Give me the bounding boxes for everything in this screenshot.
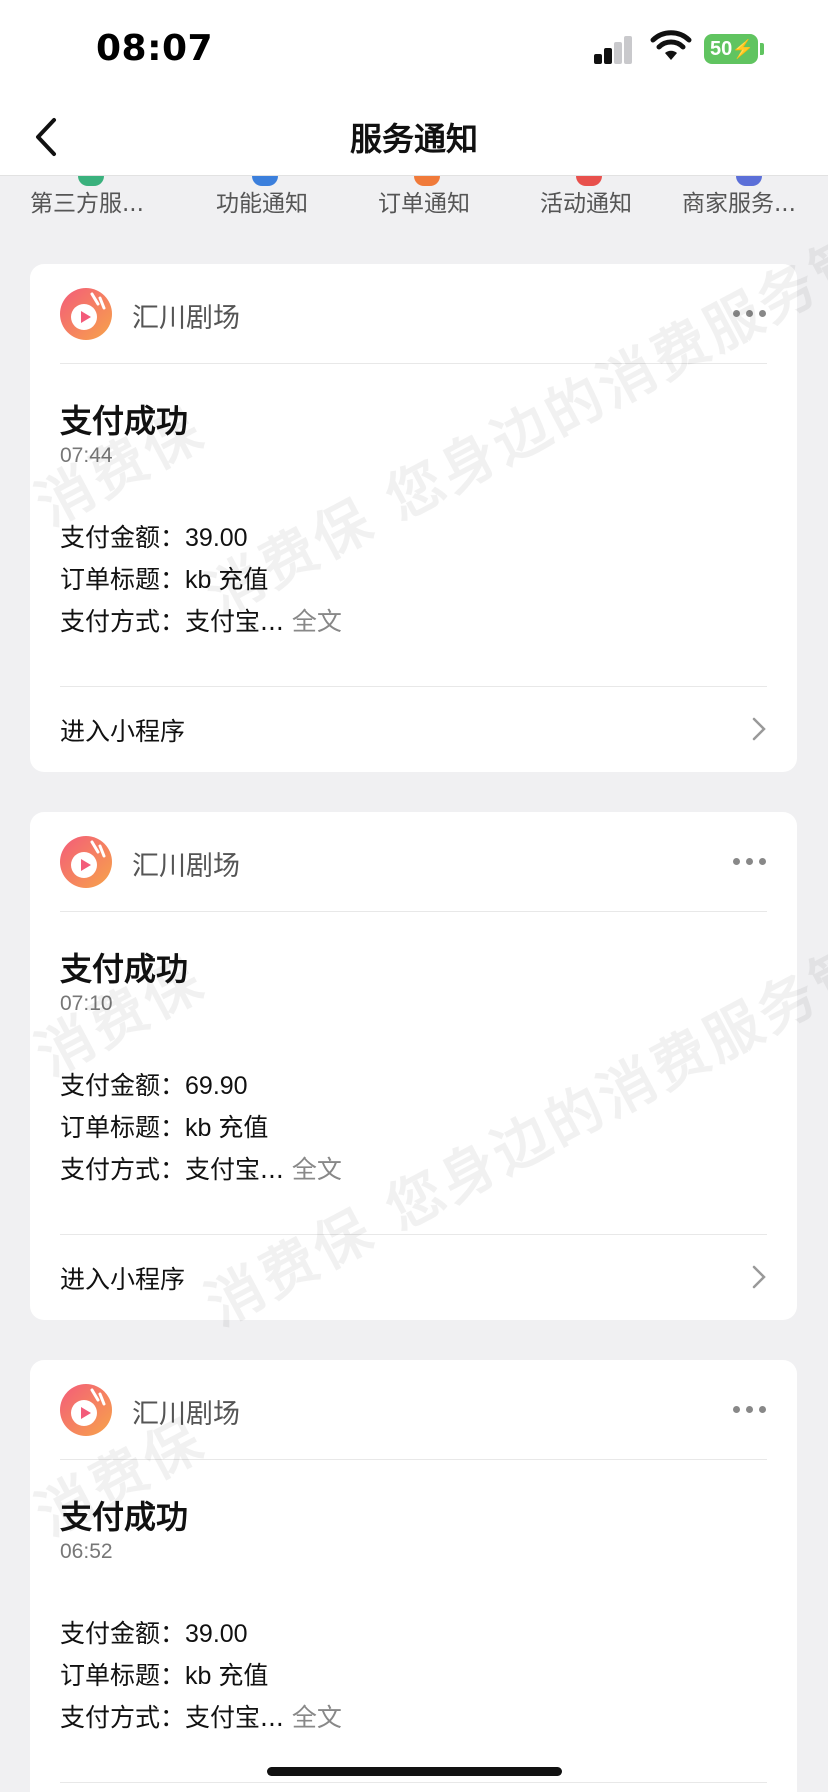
category-merchant[interactable]: 商家服务... [682,176,796,218]
card-header: 汇川剧场 [30,1360,797,1460]
notification-title: 支付成功 [60,402,189,440]
notification-title: 支付成功 [60,1498,189,1536]
more-options-icon[interactable] [733,858,767,866]
app-logo-icon[interactable] [60,1384,112,1436]
status-bar: 08:07 50 ⚡ [0,0,828,100]
app-name[interactable]: 汇川剧场 [132,1392,240,1431]
notification-card: 汇川剧场 支付成功 06:52 支付金额：39.00 订单标题：kb 充值 支付… [30,1360,797,1792]
chevron-right-icon[interactable] [751,716,767,742]
status-time: 08:07 [96,28,214,69]
more-options-icon[interactable] [733,310,767,318]
order-row: 订单标题：kb 充值 [60,1108,268,1144]
category-label: 功能通知 [216,191,308,217]
category-icon [252,176,278,186]
method-value: 支付宝... [185,1703,284,1732]
order-label: 订单标题： [60,565,186,594]
battery-level: 50 [710,38,733,60]
full-text-link[interactable]: 全文 [292,1155,342,1184]
notification-time: 07:44 [60,444,113,467]
category-third-party[interactable]: 第三方服... [30,176,144,218]
method-row: 支付方式：支付宝... 全文 [60,1150,342,1186]
order-value: kb 充值 [185,566,269,594]
method-label: 支付方式： [60,1155,186,1184]
method-row: 支付方式：支付宝... 全文 [60,602,342,638]
notification-time: 07:10 [60,992,113,1015]
app-logo-icon[interactable] [60,288,112,340]
divider [60,1234,767,1235]
app-logo-icon[interactable] [60,836,112,888]
category-label: 订单通知 [378,191,470,217]
amount-label: 支付金额： [60,1619,186,1648]
amount-label: 支付金额： [60,1071,186,1100]
category-label: 第三方服... [30,191,144,217]
category-activity[interactable]: 活动通知 [540,176,632,218]
notification-card: 汇川剧场 支付成功 07:10 支付金额：69.90 订单标题：kb 充值 支付… [30,812,797,1320]
cellular-signal-icon [594,34,640,64]
chevron-right-icon[interactable] [751,1264,767,1290]
method-value: 支付宝... [185,607,284,636]
order-row: 订单标题：kb 充值 [60,1656,268,1692]
category-icon [414,176,440,186]
notification-card: 汇川剧场 支付成功 07:44 支付金额：39.00 订单标题：kb 充值 支付… [30,264,797,772]
method-label: 支付方式： [60,1703,186,1732]
battery-icon: 50 ⚡ [704,34,758,64]
order-label: 订单标题： [60,1113,186,1142]
battery-nub [760,43,764,55]
category-label: 商家服务... [682,191,796,217]
order-value: kb 充值 [185,1662,269,1690]
app-name[interactable]: 汇川剧场 [132,844,240,883]
divider [60,911,767,912]
method-value: 支付宝... [185,1155,284,1184]
notification-time: 06:52 [60,1540,113,1563]
wifi-icon [650,30,692,60]
category-label: 活动通知 [540,191,632,217]
divider [60,686,767,687]
divider [60,1782,767,1783]
divider [60,1459,767,1460]
category-icon [78,176,104,186]
order-row: 订单标题：kb 充值 [60,560,268,596]
enter-mini-program-link[interactable]: 进入小程序 [60,712,185,748]
method-row: 支付方式：支付宝... 全文 [60,1698,342,1734]
amount-value: 39.00 [185,524,248,552]
category-order[interactable]: 订单通知 [378,176,470,218]
amount-row: 支付金额：39.00 [60,1614,248,1650]
more-options-icon[interactable] [733,1406,767,1414]
method-label: 支付方式： [60,607,186,636]
charging-bolt-icon: ⚡ [731,39,754,59]
category-function[interactable]: 功能通知 [216,176,308,218]
order-label: 订单标题： [60,1661,186,1690]
category-icon [736,176,762,186]
category-icon [576,176,602,186]
divider [60,363,767,364]
amount-value: 69.90 [185,1072,248,1100]
amount-row: 支付金额：69.90 [60,1066,248,1102]
card-header: 汇川剧场 [30,812,797,912]
card-header: 汇川剧场 [30,264,797,364]
order-value: kb 充值 [185,1114,269,1142]
notification-title: 支付成功 [60,950,189,988]
full-text-link[interactable]: 全文 [292,1703,342,1732]
amount-value: 39.00 [185,1620,248,1648]
home-indicator [267,1767,562,1776]
app-name[interactable]: 汇川剧场 [132,296,240,335]
amount-label: 支付金额： [60,523,186,552]
full-text-link[interactable]: 全文 [292,607,342,636]
page-title: 服务通知 [349,120,478,158]
nav-bar: 服务通知 [0,100,828,176]
enter-mini-program-link[interactable]: 进入小程序 [60,1260,185,1296]
amount-row: 支付金额：39.00 [60,518,248,554]
category-strip: 第三方服... 功能通知 订单通知 活动通知 商家服务... [0,176,828,222]
